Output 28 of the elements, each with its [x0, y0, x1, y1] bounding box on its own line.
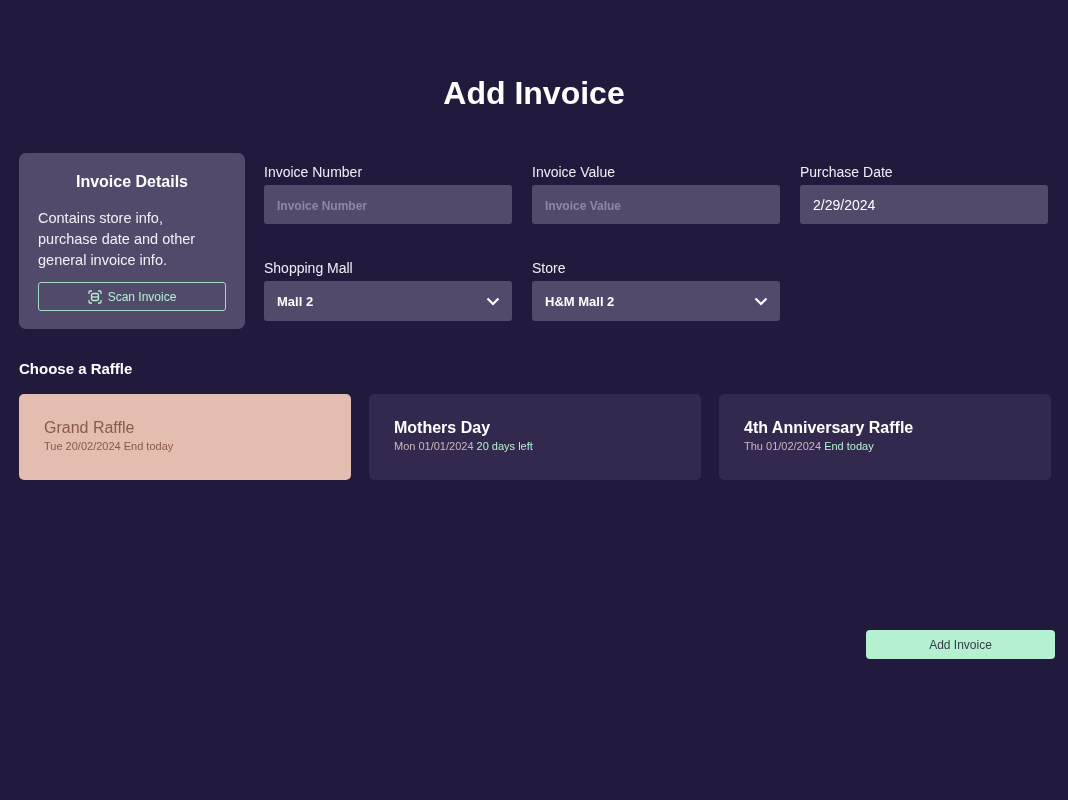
chevron-down-icon [486, 296, 500, 306]
input-field[interactable]: 2/29/2024 [800, 185, 1048, 224]
chevron-down-icon [754, 296, 768, 306]
scan-invoice-button[interactable]: Scan Invoice [38, 282, 226, 311]
field-label: Purchase Date [800, 164, 894, 180]
raffle-card[interactable]: Mothers Day Mon 01/01/2024 20 days left [369, 394, 701, 480]
raffle-date: Tue 20/02/2024 End today [44, 440, 175, 452]
raffle-date: Mon 01/01/2024 20 days left [394, 440, 534, 452]
raffle-name: Grand Raffle [44, 419, 136, 437]
raffle-name: 4th Anniversary Raffle [744, 419, 915, 437]
raffle-date: Thu 01/02/2024 End today [744, 440, 875, 452]
field-label: Shopping Mall [264, 260, 354, 276]
field-label: Store [532, 260, 567, 276]
raffle-name: Mothers Day [394, 419, 492, 437]
card-title: Invoice Details [74, 173, 189, 191]
raffle-card[interactable]: Grand Raffle Tue 20/02/2024 End today [19, 394, 351, 480]
input-field[interactable]: Invoice Value [532, 185, 780, 224]
raffle-card[interactable]: 4th Anniversary Raffle Thu 01/02/2024 End today [719, 394, 1051, 480]
field-label: Invoice Number [264, 164, 364, 180]
page-title: Add Invoice [442, 74, 626, 113]
scan-icon [87, 289, 102, 304]
field-label: Invoice Value [532, 164, 616, 180]
section-heading: Choose a Raffle [19, 360, 134, 377]
dropdown[interactable]: Mall 2 [264, 281, 512, 321]
input-field[interactable]: Invoice Number [264, 185, 512, 224]
dropdown[interactable]: H&M Mall 2 [532, 281, 780, 321]
card-description: Contains store info, purchase date and other general invoice info. [38, 209, 197, 270]
add-invoice-button[interactable]: Add Invoice [866, 630, 1055, 659]
